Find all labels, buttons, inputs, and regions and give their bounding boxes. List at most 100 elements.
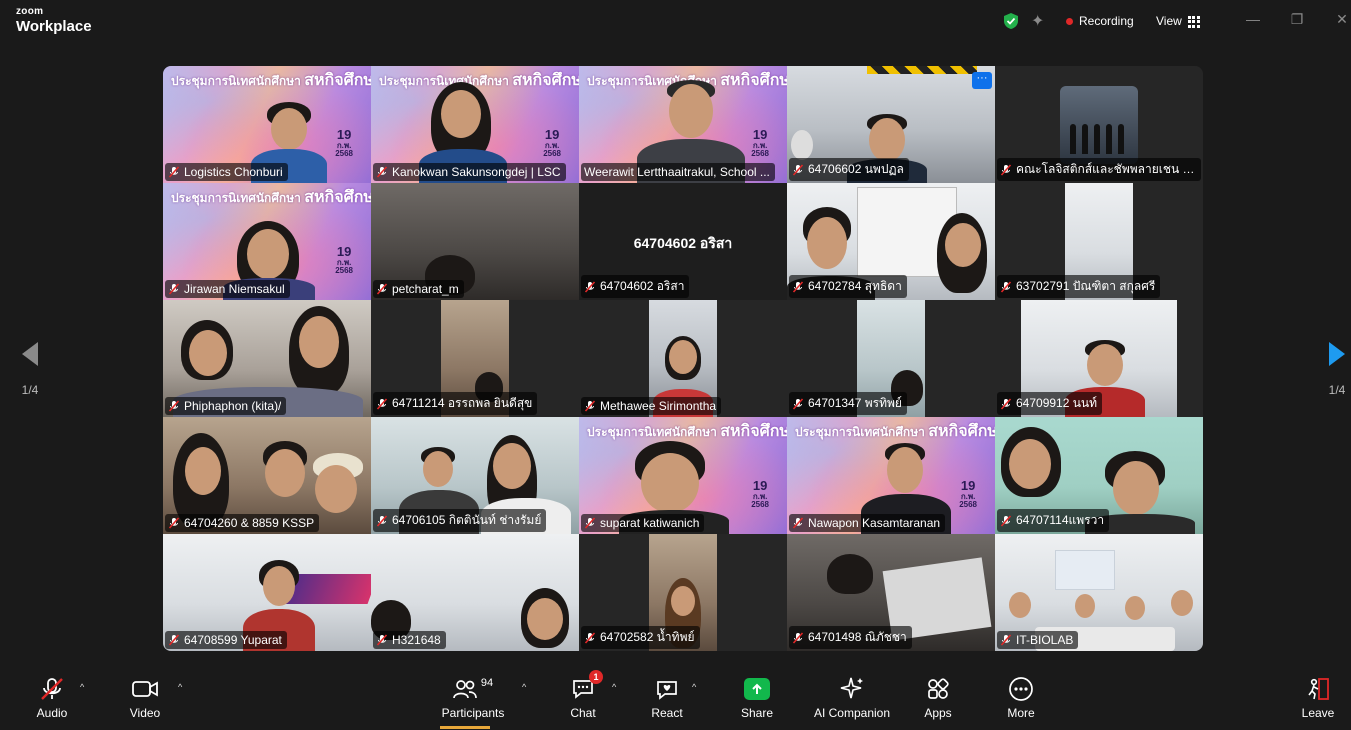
- apps-icon: [926, 676, 950, 702]
- participant-face: [1113, 461, 1159, 515]
- video-tile[interactable]: 64709912 นนท์: [995, 300, 1203, 417]
- participant-name-tag: 64706105 กิตตินันท์ ช่างรัมย์: [373, 509, 547, 532]
- participant-name-tag: Methawee Sirimontha: [581, 397, 722, 415]
- participant-name-tag: 64704602 อริสา: [581, 275, 690, 298]
- apps-button[interactable]: Apps: [898, 676, 978, 720]
- video-tile[interactable]: 64701347 พรทิพย์: [787, 300, 995, 417]
- record-dot-icon: [1066, 17, 1073, 25]
- participant-name-tag: 63702791 ปัณฑิตา สกุลศรี: [997, 275, 1161, 298]
- participants-icon: 94: [453, 676, 493, 702]
- video-tile[interactable]: 63702791 ปัณฑิตา สกุลศรี: [995, 183, 1203, 300]
- meeting-controls-toolbar: Audio ^ Video ^ 94 Participants ^ 1 Chat…: [0, 668, 1351, 730]
- next-page-nav[interactable]: 1/4: [1317, 340, 1351, 397]
- video-tile[interactable]: คณะโลจิสติกส์และชัพพลายเชน มห...: [995, 66, 1203, 183]
- video-tile[interactable]: ประชุมการนิเทศนักศึกษา สหกิจศึกษา 19ก.พ.…: [371, 66, 579, 183]
- video-tile[interactable]: 64702784 สุทธิดา: [787, 183, 995, 300]
- tile-more-options-button[interactable]: ···: [972, 72, 992, 89]
- close-icon[interactable]: ✕: [1335, 12, 1349, 26]
- mic-muted-icon: [584, 517, 596, 529]
- more-button[interactable]: More: [981, 676, 1061, 720]
- slide-title: ประชุมการนิเทศนักศึกษา สหกิจศึกษา: [171, 189, 371, 206]
- ai-companion-button[interactable]: AI Companion: [812, 676, 892, 720]
- chat-button[interactable]: 1 Chat: [543, 670, 623, 720]
- participant-face: [271, 108, 307, 150]
- slide-date: 19 ก.พ. 2568: [959, 478, 977, 510]
- video-tile-active-speaker[interactable]: ประชุมการนิเทศนักศึกษา สหกิจศึกษา 19ก.พ.…: [579, 66, 787, 183]
- mic-muted-icon: [1000, 163, 1012, 176]
- page-indicator-left: 1/4: [21, 383, 39, 397]
- mic-muted-icon: [168, 283, 180, 295]
- video-tile[interactable]: ประชุมการนิเทศนักศึกษา สหกิจศึกษา 19ก.พ.…: [579, 417, 787, 534]
- minimize-icon[interactable]: —: [1246, 12, 1260, 26]
- recording-indicator[interactable]: Recording: [1066, 0, 1134, 42]
- video-tile[interactable]: 64707114แพรวา: [995, 417, 1203, 534]
- participant-face: [263, 566, 295, 606]
- mic-muted-icon: [792, 280, 804, 293]
- video-tile[interactable]: ··· 64706602 นพปฏล: [787, 66, 995, 183]
- participant-face: [1009, 439, 1051, 489]
- participant-name-tag: H321648: [373, 631, 446, 649]
- more-label: More: [1007, 706, 1035, 720]
- mic-muted-icon: [376, 166, 388, 178]
- audio-options-caret[interactable]: ^: [80, 682, 84, 692]
- chat-label: Chat: [570, 706, 596, 720]
- view-button[interactable]: View: [1156, 0, 1200, 42]
- zoom-logo: zoom Workplace: [16, 7, 92, 35]
- mic-muted-icon: [584, 631, 596, 644]
- encryption-shield-icon[interactable]: [1003, 0, 1021, 42]
- video-tile[interactable]: ประชุมการนิเทศนักศึกษา สหกิจศึกษา 19ก.พ.…: [787, 417, 995, 534]
- video-tile[interactable]: Methawee Sirimontha: [579, 300, 787, 417]
- participant-name-tag: 64704260 & 8859 KSSP: [165, 514, 320, 532]
- video-tile[interactable]: 64704260 & 8859 KSSP: [163, 417, 371, 534]
- video-tile[interactable]: ประชุมการนิเทศนักศึกษา สหกิจศึกษา 19ก.พ.…: [163, 66, 371, 183]
- participants-options-caret[interactable]: ^: [522, 682, 526, 692]
- participant-name-tag: 64701347 พรทิพย์: [789, 392, 907, 415]
- participant-name-tag: 64702582 น้ำทิพย์: [581, 626, 700, 649]
- video-tile[interactable]: 64708599 Yuparat: [163, 534, 371, 651]
- participant-face: [265, 449, 305, 497]
- leave-button[interactable]: Leave: [1278, 676, 1351, 720]
- heart-react-icon: [654, 676, 680, 702]
- video-tile[interactable]: 64701498 ณิภัชชา: [787, 534, 995, 651]
- page-indicator-right: 1/4: [1328, 383, 1346, 397]
- video-camera-icon: [131, 676, 159, 702]
- video-tile[interactable]: petcharat_m: [371, 183, 579, 300]
- mic-muted-icon: [792, 517, 804, 529]
- mic-muted-icon: [792, 631, 804, 644]
- video-tile[interactable]: ประชุมการนิเทศนักศึกษา สหกิจศึกษา 19ก.พ.…: [163, 183, 371, 300]
- react-options-caret[interactable]: ^: [692, 682, 696, 692]
- mic-muted-icon: [1000, 514, 1012, 527]
- restore-icon[interactable]: ❐: [1290, 12, 1304, 26]
- participant-face: [1009, 592, 1031, 618]
- participant-name-tag: 64708599 Yuparat: [165, 631, 287, 649]
- participant-face: [641, 453, 699, 513]
- video-tile[interactable]: 64702582 น้ำทิพย์: [579, 534, 787, 651]
- video-options-caret[interactable]: ^: [178, 682, 182, 692]
- participant-face: [669, 340, 697, 374]
- video-tile[interactable]: 64704602 อริสา 64704602 อริสา: [579, 183, 787, 300]
- video-tile[interactable]: Phiphaphon (kita)/: [163, 300, 371, 417]
- video-button[interactable]: Video: [105, 676, 185, 720]
- participant-face: [493, 443, 531, 489]
- chat-options-caret[interactable]: ^: [612, 682, 616, 692]
- slide-date: 19 ก.พ. 2568: [543, 127, 561, 159]
- participants-button[interactable]: 94 Participants: [433, 676, 513, 720]
- chevron-right-icon: [1329, 342, 1345, 366]
- slide-title: ประชุมการนิเทศนักศึกษา สหกิจศึกษา: [587, 423, 787, 440]
- participant-face: [1087, 344, 1123, 386]
- leave-label: Leave: [1301, 706, 1335, 720]
- participant-face: [1075, 594, 1095, 618]
- slide-title: ประชุมการนิเทศนักศึกษา สหกิจศึกษา: [795, 423, 995, 440]
- video-tile[interactable]: 64711214 อรรถพล ยินดีสุข: [371, 300, 579, 417]
- previous-page-nav[interactable]: 1/4: [10, 340, 50, 397]
- participants-count: 94: [480, 677, 494, 689]
- video-tile[interactable]: 64706105 กิตตินันท์ ช่างรัมย์: [371, 417, 579, 534]
- more-dots-icon: [1008, 676, 1034, 702]
- participant-face: [299, 316, 339, 368]
- participants-label: Participants: [441, 706, 505, 720]
- ai-sparkle-icon[interactable]: ✦: [1031, 0, 1049, 42]
- video-tile[interactable]: IT-BIOLAB: [995, 534, 1203, 651]
- video-tile[interactable]: H321648: [371, 534, 579, 651]
- mic-muted-icon: [792, 397, 804, 410]
- share-button[interactable]: Share: [717, 676, 797, 720]
